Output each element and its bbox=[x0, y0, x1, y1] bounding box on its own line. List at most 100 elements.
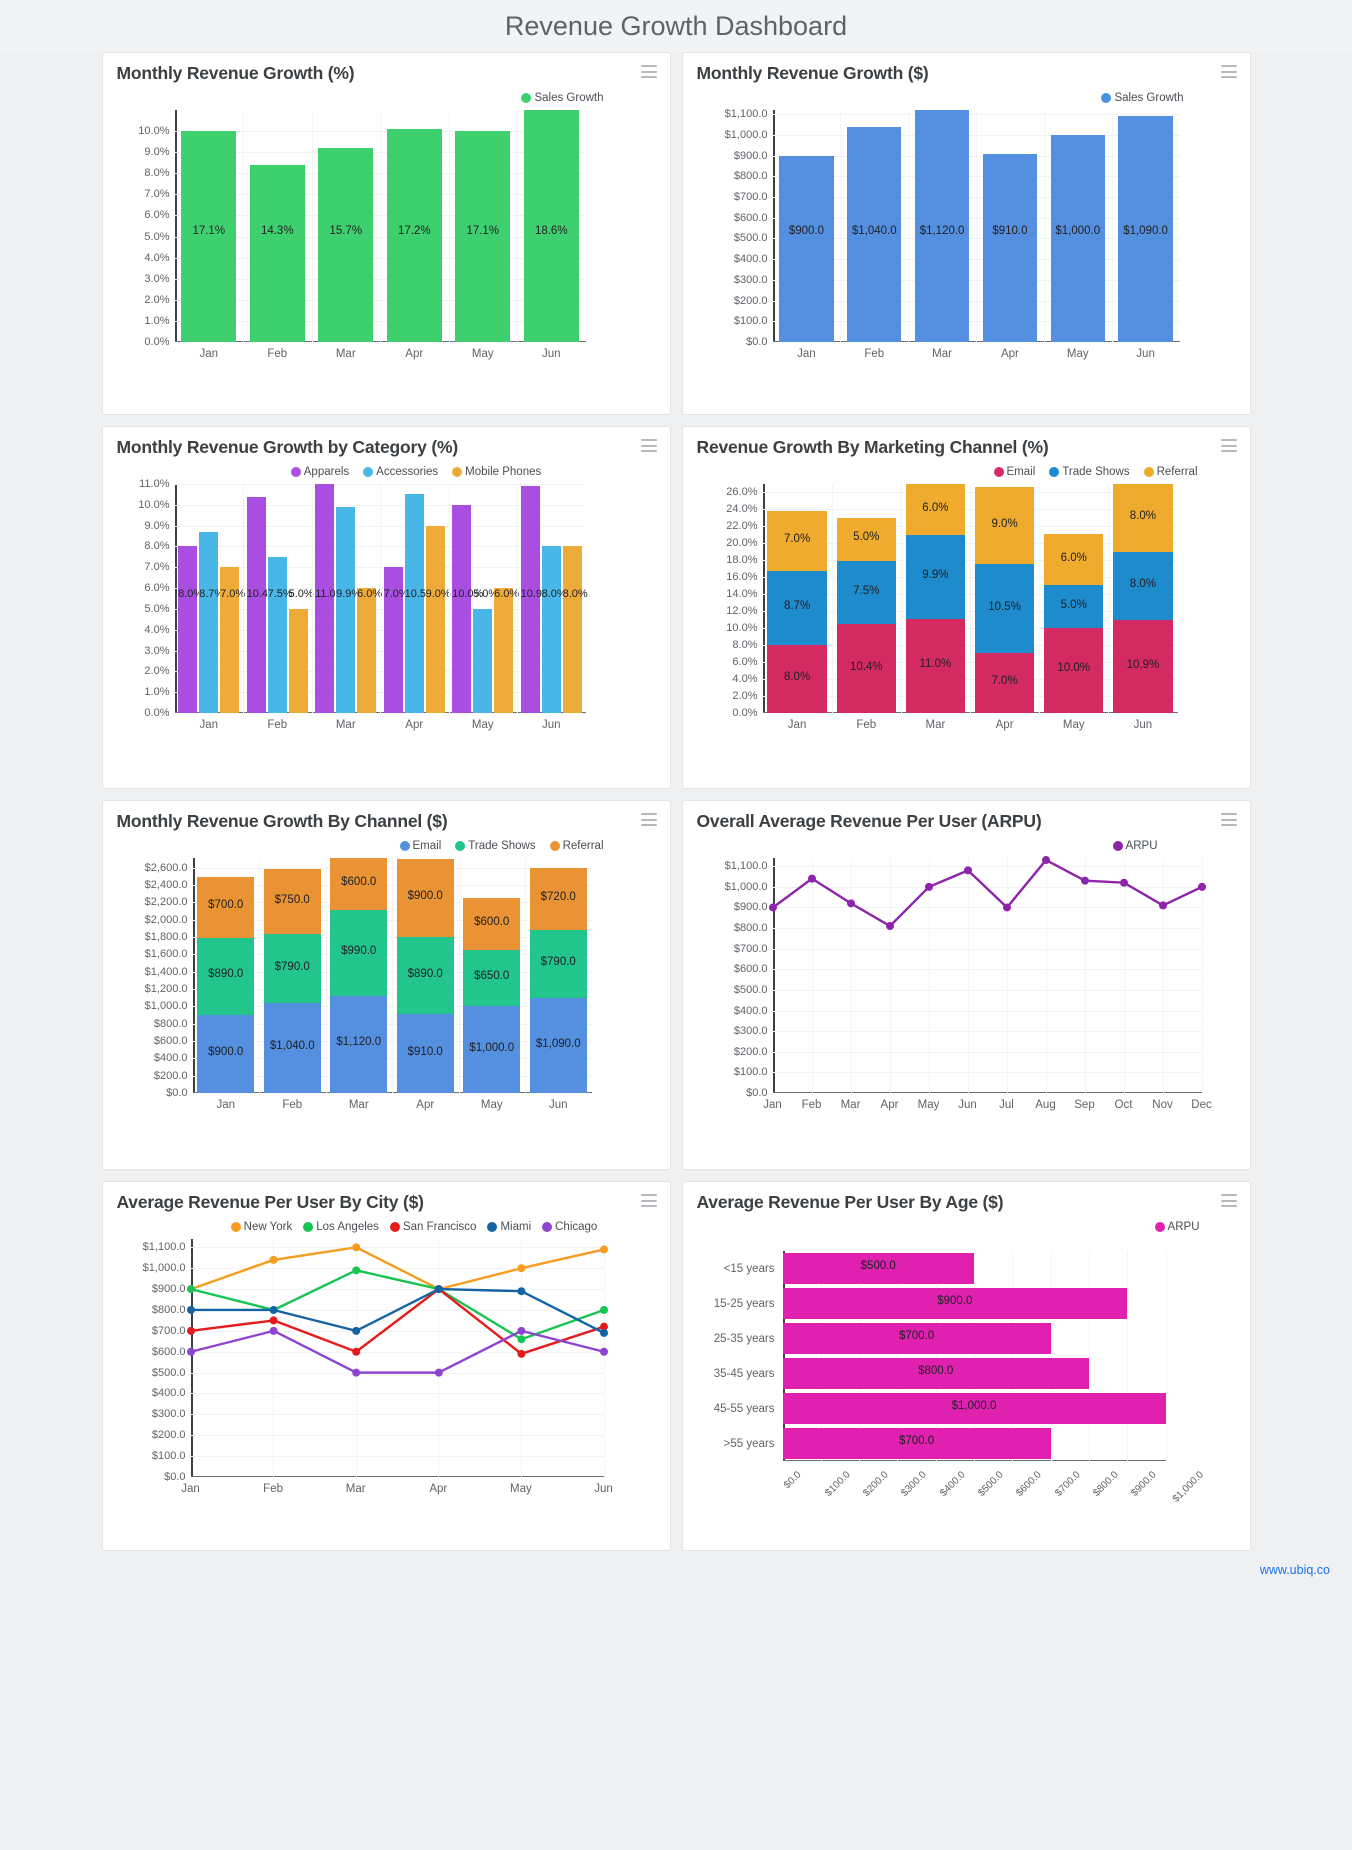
bar-segment[interactable]: 7.5% bbox=[836, 560, 896, 625]
bar-segment[interactable]: 6.0% bbox=[905, 484, 966, 536]
bar-segment[interactable]: 6.0% bbox=[1044, 534, 1104, 586]
legend-item-email[interactable]: Email bbox=[993, 466, 1035, 478]
bar-segment[interactable]: 8.0% bbox=[1113, 484, 1173, 553]
bar[interactable]: 9.0% bbox=[425, 525, 451, 713]
hamburger-menu-icon[interactable] bbox=[1220, 1194, 1237, 1207]
hamburger-menu-icon[interactable] bbox=[640, 813, 657, 826]
bar[interactable]: 11.0 bbox=[315, 484, 336, 713]
bar-segment[interactable]: $1,000.0 bbox=[463, 1006, 521, 1093]
legend-item-trade-shows[interactable]: Trade Shows bbox=[1049, 466, 1130, 478]
bar[interactable]: 6.0% bbox=[494, 588, 519, 713]
bar[interactable]: 5.0% bbox=[473, 588, 498, 713]
bar-segment[interactable]: $750.0 bbox=[263, 869, 321, 935]
bar-segment[interactable]: 7.0% bbox=[974, 653, 1035, 713]
bar[interactable]: 5.0% bbox=[288, 588, 314, 713]
bar[interactable]: 10.9 bbox=[520, 486, 542, 713]
bar[interactable]: 10.5 bbox=[404, 494, 426, 713]
legend-item-sales-growth[interactable]: Sales Growth bbox=[1101, 92, 1184, 104]
bar-segment[interactable]: 5.0% bbox=[836, 518, 896, 561]
bar[interactable]: $1,120.0 bbox=[914, 110, 970, 342]
bar-segment[interactable]: $1,090.0 bbox=[529, 998, 587, 1093]
bar[interactable]: $1,040.0 bbox=[847, 126, 902, 342]
hamburger-menu-icon[interactable] bbox=[640, 439, 657, 452]
bar-segment[interactable]: $600.0 bbox=[330, 858, 388, 911]
bar[interactable]: $700.0 bbox=[782, 1323, 1051, 1354]
bar[interactable]: 8.0% bbox=[562, 546, 588, 713]
bar[interactable]: $700.0 bbox=[782, 1428, 1051, 1459]
bar[interactable]: $910.0 bbox=[982, 153, 1038, 342]
legend-item-los-angeles[interactable]: Los Angeles bbox=[303, 1221, 379, 1233]
bar[interactable]: 8.7% bbox=[199, 531, 224, 713]
legend-item-mobile-phones[interactable]: Mobile Phones bbox=[452, 466, 541, 478]
legend-item-chicago[interactable]: Chicago bbox=[542, 1221, 597, 1233]
hamburger-menu-icon[interactable] bbox=[1220, 813, 1237, 826]
hamburger-menu-icon[interactable] bbox=[1220, 65, 1237, 78]
bar[interactable]: 9.9% bbox=[336, 506, 361, 713]
bar[interactable]: 17.1% bbox=[455, 131, 511, 342]
bar[interactable]: 8.0% bbox=[541, 546, 567, 713]
bar-segment[interactable]: $990.0 bbox=[330, 910, 388, 996]
bar[interactable]: 18.6% bbox=[523, 110, 579, 342]
bar-segment[interactable]: 9.9% bbox=[905, 535, 966, 620]
legend-item-arpu[interactable]: ARPU bbox=[1154, 1221, 1200, 1233]
bar-segment[interactable]: $700.0 bbox=[197, 877, 255, 938]
bar[interactable]: 17.1% bbox=[181, 131, 237, 342]
bar-segment[interactable]: $890.0 bbox=[197, 937, 255, 1015]
bar[interactable]: $1,000.0 bbox=[782, 1393, 1166, 1424]
bar[interactable]: 15.7% bbox=[318, 147, 374, 342]
bar-segment[interactable]: 10.4% bbox=[836, 624, 896, 713]
bar[interactable]: 14.3% bbox=[249, 164, 305, 342]
bar[interactable]: $900.0 bbox=[779, 155, 834, 342]
bar[interactable]: 7.0% bbox=[220, 567, 245, 713]
bar[interactable]: 10.4 bbox=[246, 496, 268, 713]
bar-segment[interactable]: 7.0% bbox=[767, 511, 827, 571]
bar-segment[interactable]: $910.0 bbox=[396, 1014, 454, 1093]
legend-item-referral[interactable]: Referral bbox=[1143, 466, 1198, 478]
bar-segment[interactable]: $1,040.0 bbox=[263, 1002, 321, 1093]
legend-item-san-francisco[interactable]: San Francisco bbox=[389, 1221, 476, 1233]
bar-segment[interactable]: 10.0% bbox=[1044, 627, 1104, 713]
bar-segment[interactable]: $720.0 bbox=[529, 867, 587, 930]
bar-segment[interactable]: $900.0 bbox=[197, 1014, 255, 1093]
legend-item-sales-growth[interactable]: Sales Growth bbox=[521, 92, 604, 104]
bar[interactable]: 17.2% bbox=[386, 128, 442, 342]
y-axis-label: 26.0% bbox=[726, 485, 758, 498]
bar[interactable]: $1,090.0 bbox=[1118, 116, 1173, 342]
bar-segment[interactable]: $1,120.0 bbox=[330, 995, 388, 1093]
footer-link[interactable]: www.ubiq.co bbox=[1260, 1563, 1330, 1577]
bar[interactable]: $800.0 bbox=[782, 1358, 1089, 1389]
bar-segment[interactable]: $790.0 bbox=[263, 934, 321, 1003]
bar-segment[interactable]: 8.0% bbox=[767, 644, 827, 713]
bar-segment[interactable]: $790.0 bbox=[529, 929, 587, 999]
legend-item-apparels[interactable]: Apparels bbox=[290, 466, 349, 478]
bar[interactable]: 8.0% bbox=[178, 546, 203, 713]
bar[interactable]: $500.0 bbox=[782, 1253, 974, 1284]
bar[interactable]: $1,000.0 bbox=[1050, 134, 1105, 342]
legend-item-new-york[interactable]: New York bbox=[230, 1221, 292, 1233]
bar-segment[interactable]: $650.0 bbox=[463, 949, 521, 1007]
bar[interactable]: 6.0% bbox=[357, 588, 382, 713]
bar[interactable]: 7.5% bbox=[267, 556, 293, 713]
bar-segment[interactable]: 10.5% bbox=[974, 564, 1035, 654]
bar[interactable]: 10.0% bbox=[452, 504, 483, 713]
bar-segment[interactable]: 5.0% bbox=[1044, 585, 1104, 628]
bar[interactable]: $900.0 bbox=[782, 1288, 1128, 1319]
hamburger-menu-icon[interactable] bbox=[1220, 439, 1237, 452]
bar-segment[interactable]: $600.0 bbox=[463, 897, 521, 950]
hamburger-menu-icon[interactable] bbox=[640, 65, 657, 78]
legend-item-arpu[interactable]: ARPU bbox=[1112, 840, 1158, 852]
hamburger-menu-icon[interactable] bbox=[640, 1194, 657, 1207]
bar-segment[interactable]: 9.0% bbox=[974, 487, 1035, 565]
legend-item-accessories[interactable]: Accessories bbox=[363, 466, 438, 478]
bar-segment[interactable]: $890.0 bbox=[396, 936, 454, 1015]
bar-segment[interactable]: 8.0% bbox=[1113, 552, 1173, 621]
bar-segment[interactable]: 10.9% bbox=[1113, 620, 1173, 713]
bar-segment[interactable]: 11.0% bbox=[905, 619, 966, 713]
legend-item-miami[interactable]: Miami bbox=[487, 1221, 531, 1233]
bar[interactable]: 7.0% bbox=[383, 567, 409, 713]
legend-item-referral[interactable]: Referral bbox=[549, 840, 604, 852]
legend-item-trade-shows[interactable]: Trade Shows bbox=[455, 840, 536, 852]
bar-segment[interactable]: 8.7% bbox=[767, 570, 827, 645]
legend-item-email[interactable]: Email bbox=[399, 840, 441, 852]
bar-segment[interactable]: $900.0 bbox=[396, 858, 454, 937]
